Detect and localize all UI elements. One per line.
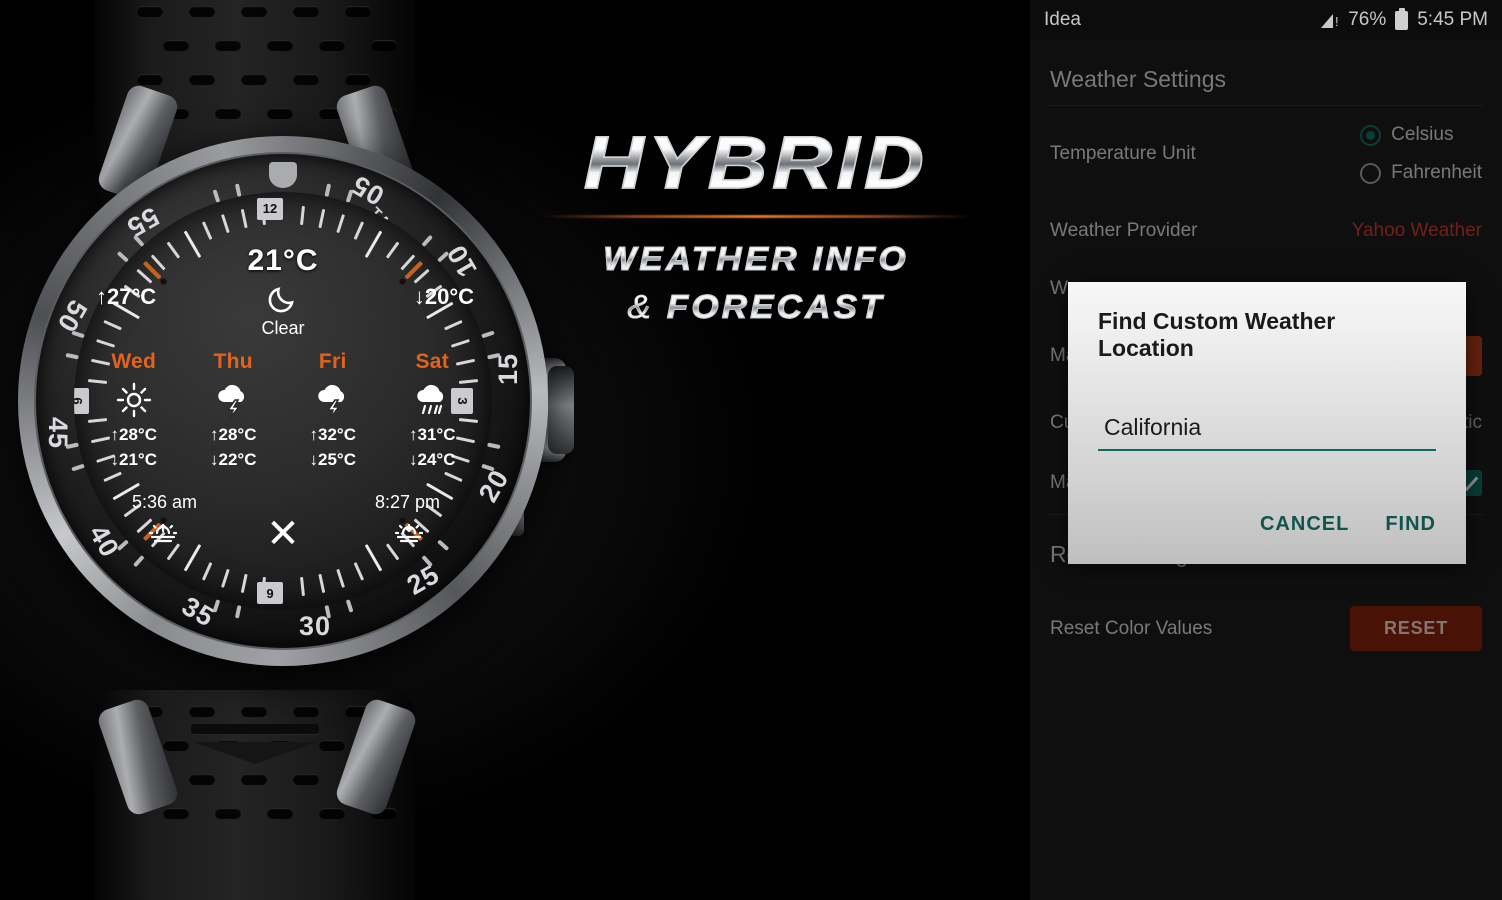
- location-input[interactable]: California: [1098, 410, 1436, 451]
- signal-warning-icon: !: [1319, 12, 1339, 29]
- bezel-number: 15: [493, 352, 523, 385]
- battery-percent: 76%: [1348, 9, 1387, 30]
- carrier-label: Idea: [1044, 9, 1081, 30]
- forecast-column: Fri ↑32°C ↓25°C: [283, 350, 383, 472]
- title-glow-divider: [541, 215, 971, 218]
- forecast-day: Sat: [415, 350, 450, 373]
- clock-label: 5:45 PM: [1417, 9, 1488, 30]
- forecast-low: ↓22°C: [210, 450, 257, 469]
- cancel-button[interactable]: CANCEL: [1260, 513, 1349, 536]
- forecast-column: Wed ↑28°C ↓21°C: [84, 350, 184, 472]
- rain-icon: [383, 378, 483, 422]
- svg-text:!: !: [1335, 14, 1339, 29]
- forecast-high: ↑31°C: [409, 425, 456, 444]
- dialog-title: Find Custom Weather Location: [1098, 308, 1336, 361]
- forecast-column: Sat ↑31°C ↓24°C: [383, 350, 483, 472]
- strap-bar: [191, 724, 319, 734]
- thunderstorm-icon: [283, 378, 383, 422]
- dialog-actions: CANCEL FIND: [1098, 513, 1436, 546]
- forecast-row: Wed ↑28°C ↓21°C Thu ↑28°C ↓22°C Fri ↑32°C ↓25°C S…: [84, 350, 482, 472]
- sunrise-icon: [146, 518, 180, 549]
- thunderstorm-icon: [184, 378, 284, 422]
- sunrise-time: 5:36 am: [132, 492, 198, 512]
- app-subtitle-line2: & FORECAST: [466, 288, 1047, 326]
- app-subtitle-line1: WEATHER INFO: [466, 240, 1047, 278]
- condition-text: Clear: [261, 318, 305, 338]
- forecast-day: Fri: [318, 350, 347, 373]
- forecast-word: FORECAST: [666, 288, 885, 326]
- status-bar-right: ! 76% 5:45 PM: [1319, 7, 1488, 31]
- sunset-icon: [392, 518, 426, 549]
- current-temperature: 21°C: [247, 244, 319, 277]
- today-high: ↑27°C: [96, 284, 157, 309]
- watch-face-content: 21°C Clear ↑27°C ↓20°C Wed ↑28°C ↓21°C Thu ↑…: [74, 192, 492, 610]
- battery-icon: [1395, 7, 1409, 30]
- promo-title-block: HYBRID WEATHER INFO & FORECAST: [482, 120, 1030, 326]
- watch-crown-cap: [548, 366, 574, 454]
- ampersand: &: [627, 288, 654, 326]
- separator-x: ✕: [266, 512, 300, 556]
- status-bar: Idea ! 76% 5:45 PM: [1030, 0, 1502, 40]
- find-button[interactable]: FIND: [1385, 513, 1436, 536]
- forecast-column: Thu ↑28°C ↓22°C: [184, 350, 284, 472]
- forecast-low: ↓21°C: [110, 450, 157, 469]
- forecast-high: ↑28°C: [210, 425, 257, 444]
- forecast-low: ↓25°C: [309, 450, 356, 469]
- find-location-dialog: Find Custom Weather Location California …: [1068, 282, 1466, 564]
- forecast-low: ↓24°C: [409, 450, 456, 469]
- forecast-high: ↑28°C: [110, 425, 157, 444]
- sun-icon: [84, 378, 184, 422]
- forecast-day: Wed: [111, 350, 157, 373]
- strap-chevron: [193, 742, 317, 764]
- forecast-high: ↑32°C: [309, 425, 356, 444]
- sunset-time: 8:27 pm: [374, 492, 440, 512]
- app-title: HYBRID: [449, 120, 1063, 205]
- phone-screenshot: Idea ! 76% 5:45 PM Weather Settings Temp…: [1030, 0, 1502, 900]
- app-root: 0510152025303540455055TAG HEUERCONNECTED…: [0, 0, 1502, 900]
- moon-icon: [266, 282, 300, 321]
- forecast-day: Thu: [213, 350, 253, 373]
